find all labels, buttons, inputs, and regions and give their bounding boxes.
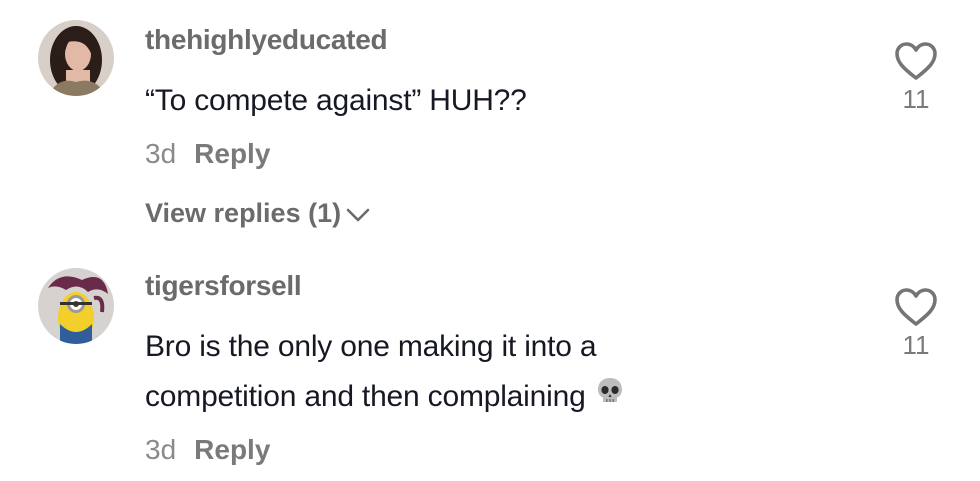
avatar[interactable] <box>38 268 114 344</box>
comment-text-line: competition and then complaining <box>145 380 586 413</box>
comment-age: 3d <box>145 434 177 465</box>
reply-button[interactable]: Reply <box>194 434 270 465</box>
view-replies-button[interactable]: View replies (1) <box>145 198 371 229</box>
skull-emoji <box>594 373 626 423</box>
comment-item: thehighlyeducated “To compete against” H… <box>0 0 980 250</box>
comment-age: 3d <box>145 138 177 169</box>
like-count: 11 <box>902 84 930 114</box>
comment-text-line: Bro is the only one making it into a <box>145 330 597 363</box>
like-button[interactable]: 11 <box>890 286 942 361</box>
comment-text: Bro is the only one making it into a com… <box>145 322 626 423</box>
avatar[interactable] <box>38 20 114 96</box>
comment-text-line: “To compete against” HUH?? <box>145 84 527 117</box>
comment-username[interactable]: tigersforsell <box>145 270 302 302</box>
like-count: 11 <box>902 330 930 360</box>
reply-button[interactable]: Reply <box>194 138 270 169</box>
chevron-down-icon <box>341 198 371 228</box>
comment-username[interactable]: thehighlyeducated <box>145 24 388 56</box>
comment-meta: 3d Reply <box>145 434 270 466</box>
like-button[interactable]: 11 <box>890 40 942 115</box>
comment-item: tigersforsell Bro is the only one making… <box>0 250 980 481</box>
comment-meta: 3d Reply <box>145 138 270 170</box>
view-replies-label: View replies (1) <box>145 198 342 228</box>
comment-text: “To compete against” HUH?? <box>145 76 527 126</box>
comment-text-line-with-emoji: competition and then complaining <box>145 372 626 423</box>
heart-outline-icon <box>890 286 942 328</box>
heart-outline-icon <box>890 40 942 82</box>
